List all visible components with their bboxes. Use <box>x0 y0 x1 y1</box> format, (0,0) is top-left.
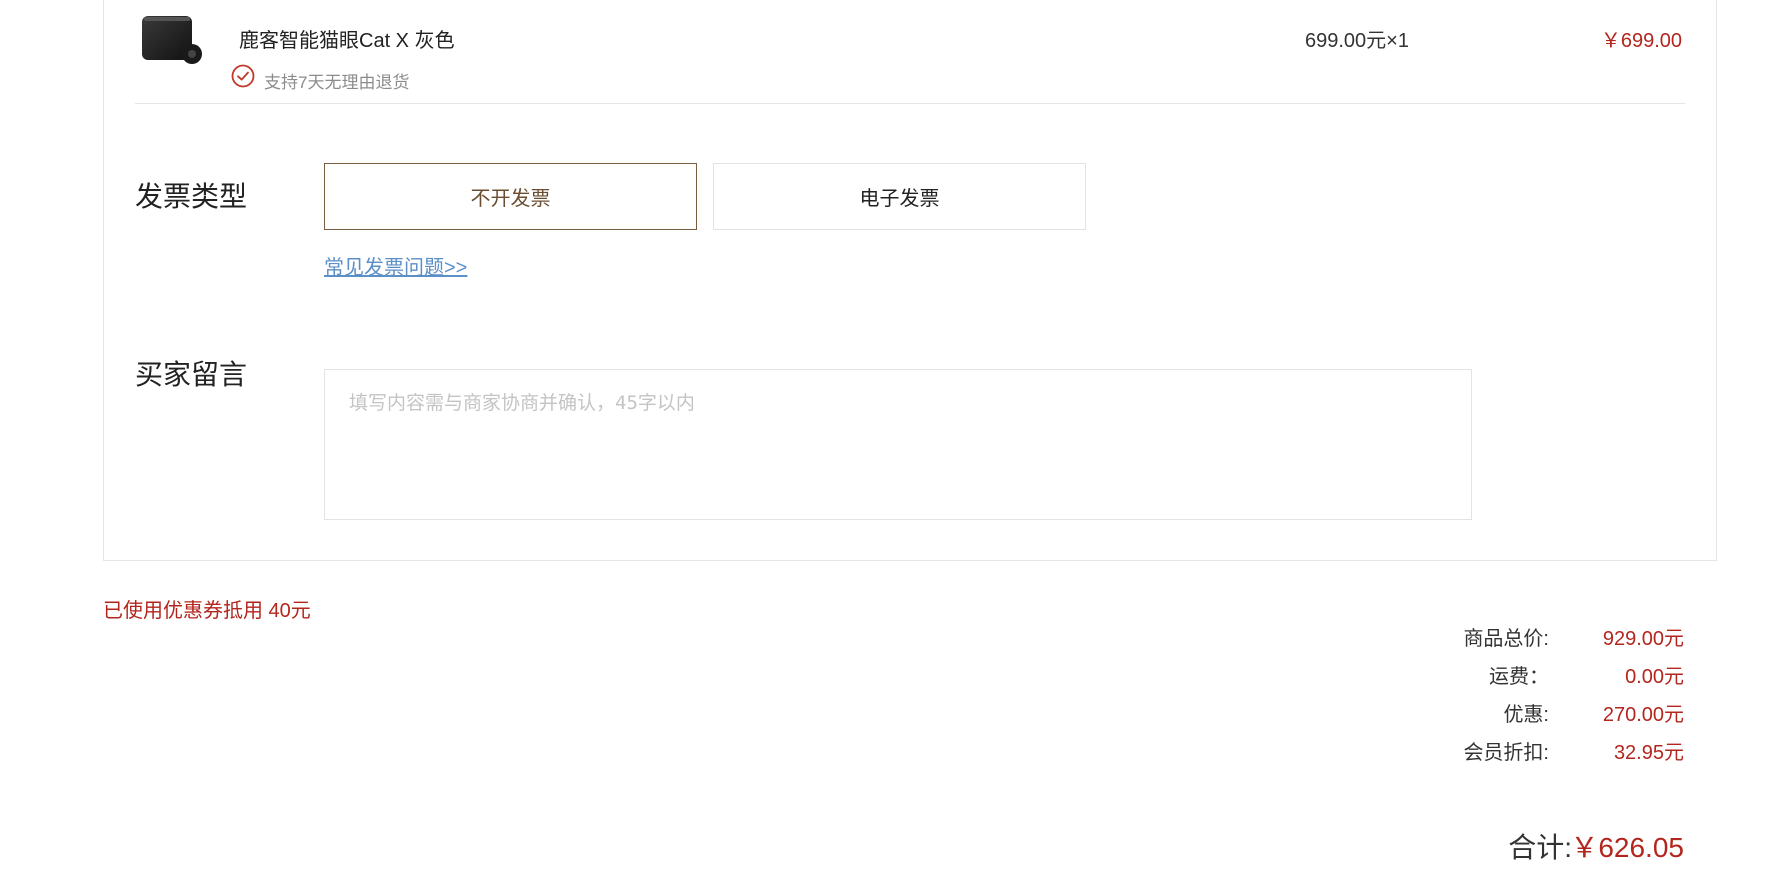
return-policy-text: 支持7天无理由退货 <box>264 73 410 92</box>
divider <box>135 103 1685 104</box>
buyer-message-label: 买家留言 <box>135 359 248 390</box>
invoice-faq-link[interactable]: 常见发票问题>> <box>324 251 467 280</box>
check-circle-icon <box>231 64 255 88</box>
summary-row-shipping: 运费： 0.00元 <box>1284 660 1684 688</box>
unit-price-quantity: 699.00元×1 <box>1305 30 1409 52</box>
summary-row-member-discount: 会员折扣: 32.95元 <box>1284 736 1684 764</box>
grand-total-value: ￥626.05 <box>1570 832 1684 863</box>
summary-label: 商品总价: <box>1463 628 1549 650</box>
product-name[interactable]: 鹿客智能猫眼Cat X 灰色 <box>239 24 455 53</box>
product-thumbnail-image[interactable] <box>140 14 206 66</box>
no-invoice-option-button[interactable]: 不开发票 <box>324 163 697 230</box>
coupon-applied-note: 已使用优惠券抵用 40元 <box>103 600 311 622</box>
summary-label: 会员折扣: <box>1463 742 1549 764</box>
summary-row-subtotal: 商品总价: 929.00元 <box>1284 622 1684 650</box>
grand-total-label: 合计: <box>1508 832 1572 863</box>
line-total-price: ￥699.00 <box>1600 30 1682 52</box>
buyer-message-input[interactable] <box>324 369 1472 520</box>
electronic-invoice-option-button[interactable]: 电子发票 <box>713 163 1086 230</box>
summary-value: 270.00元 <box>1602 704 1684 726</box>
summary-value: 929.00元 <box>1602 628 1684 650</box>
summary-value: 32.95元 <box>1613 742 1684 764</box>
summary-label: 优惠: <box>1503 704 1549 726</box>
summary-label: 运费： <box>1489 666 1549 688</box>
summary-row-discount: 优惠: 270.00元 <box>1284 698 1684 726</box>
summary-value: 0.00元 <box>1625 666 1684 688</box>
invoice-type-label: 发票类型 <box>135 181 248 212</box>
